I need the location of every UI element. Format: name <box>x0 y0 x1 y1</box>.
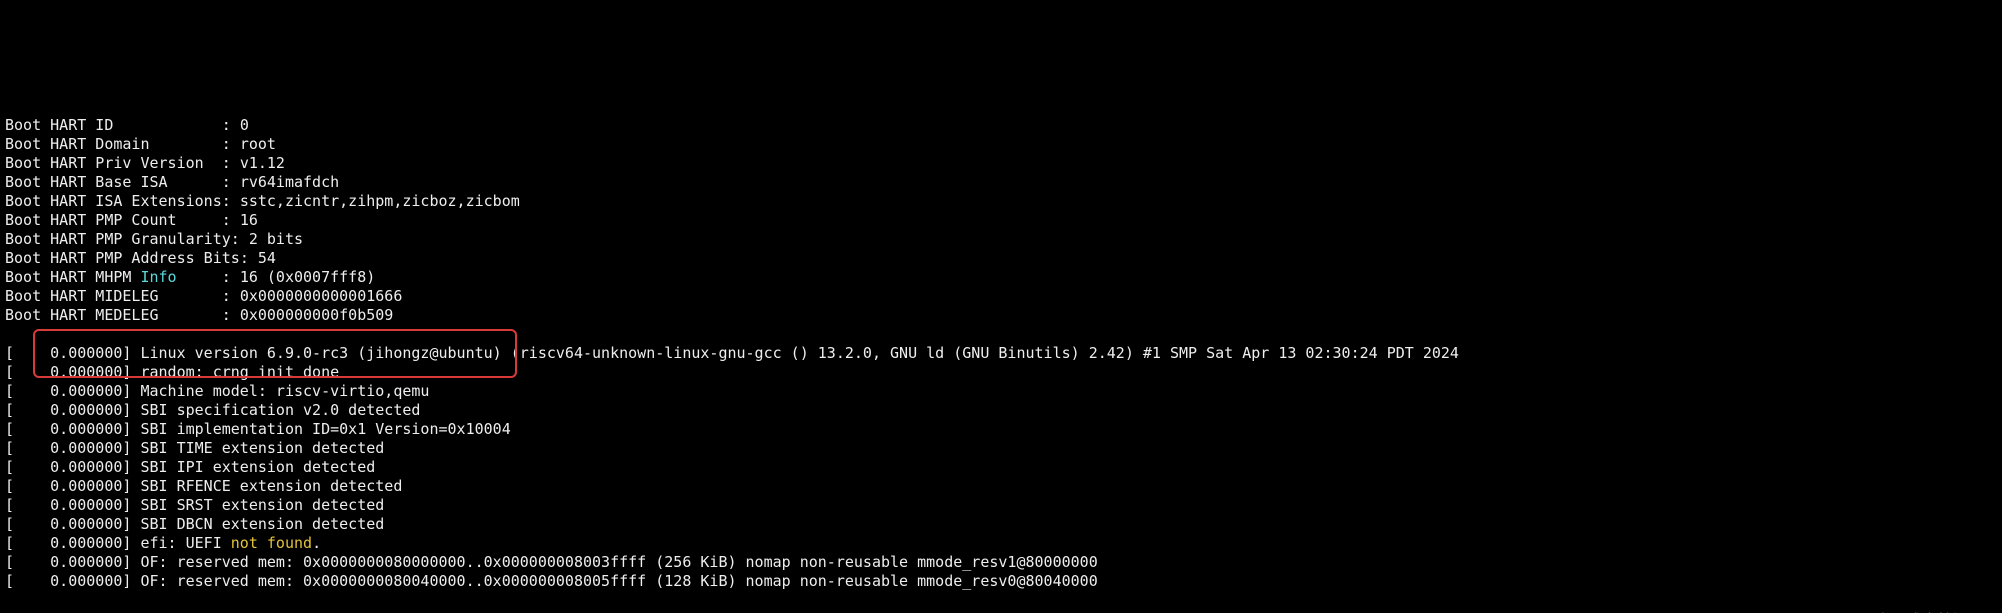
hart-label: Boot HART MEDELEG <box>5 306 222 324</box>
log-timestamp: 0.000000 <box>50 382 122 400</box>
log-message: SBI IPI extension detected <box>140 458 375 476</box>
hart-label: Boot HART PMP Count <box>5 211 222 229</box>
log-timestamp: 0.000000 <box>50 439 122 457</box>
log-message: SBI TIME extension detected <box>140 439 384 457</box>
hart-label: Boot HART Domain <box>5 135 222 153</box>
info-label: Info <box>140 268 176 286</box>
log-timestamp: 0.000000 <box>50 344 122 362</box>
log-timestamp: 0.000000 <box>50 458 122 476</box>
log-timestamp: 0.000000 <box>50 572 122 590</box>
terminal-output: Boot HART ID : 0 Boot HART Domain : root… <box>0 95 2002 613</box>
log-message: Machine model: riscv-virtio,qemu <box>140 382 429 400</box>
log-timestamp: 0.000000 <box>50 534 122 552</box>
hart-value: 0x0000000000001666 <box>240 287 403 305</box>
hart-value: 16 <box>240 211 258 229</box>
log-message: SBI implementation ID=0x1 Version=0x1000… <box>140 420 510 438</box>
hart-label: Boot HART Priv Version <box>5 154 222 172</box>
watermark: CSDN @嵌入式内核源码 <box>1811 611 1984 613</box>
hart-value: root <box>240 135 276 153</box>
hart-label: Boot HART Base ISA <box>5 173 222 191</box>
log-timestamp: 0.000000 <box>50 477 122 495</box>
hart-value: 2 bits <box>249 230 303 248</box>
log-message: SBI SRST extension detected <box>140 496 384 514</box>
hart-label: Boot HART PMP Address Bits <box>5 249 240 267</box>
hart-value: 0x000000000f0b509 <box>240 306 394 324</box>
log-message: SBI RFENCE extension detected <box>140 477 402 495</box>
log-message: random: crng init done <box>140 363 339 381</box>
log-timestamp: 0.000000 <box>50 420 122 438</box>
log-timestamp: 0.000000 <box>50 515 122 533</box>
hart-label: Boot HART ISA Extensions <box>5 192 222 210</box>
hart-value: v1.12 <box>240 154 285 172</box>
log-timestamp: 0.000000 <box>50 401 122 419</box>
hart-label: Boot HART PMP Granularity <box>5 230 231 248</box>
log-message: OF: reserved mem: 0x0000000080040000..0x… <box>140 572 1097 590</box>
hart-label: Boot HART ID <box>5 116 222 134</box>
hart-value: 16 (0x0007fff8) <box>240 268 375 286</box>
log-timestamp: 0.000000 <box>50 363 122 381</box>
log-message: efi: UEFI <box>140 534 230 552</box>
log-message: SBI DBCN extension detected <box>140 515 384 533</box>
hart-value: rv64imafdch <box>240 173 339 191</box>
hart-label: Boot HART MHPM <box>5 268 140 286</box>
log-timestamp: 0.000000 <box>50 553 122 571</box>
log-message: Linux version 6.9.0-rc3 (jihongz@ubuntu)… <box>140 344 1459 362</box>
log-message: SBI specification v2.0 detected <box>140 401 420 419</box>
log-timestamp: 0.000000 <box>50 496 122 514</box>
hart-label: Boot HART MIDELEG <box>5 287 222 305</box>
hart-value: 0 <box>240 116 249 134</box>
hart-value: 54 <box>258 249 276 267</box>
log-message: OF: reserved mem: 0x0000000080000000..0x… <box>140 553 1097 571</box>
hart-value: sstc,zicntr,zihpm,zicboz,zicbom <box>240 192 520 210</box>
log-warning: not found <box>231 534 312 552</box>
